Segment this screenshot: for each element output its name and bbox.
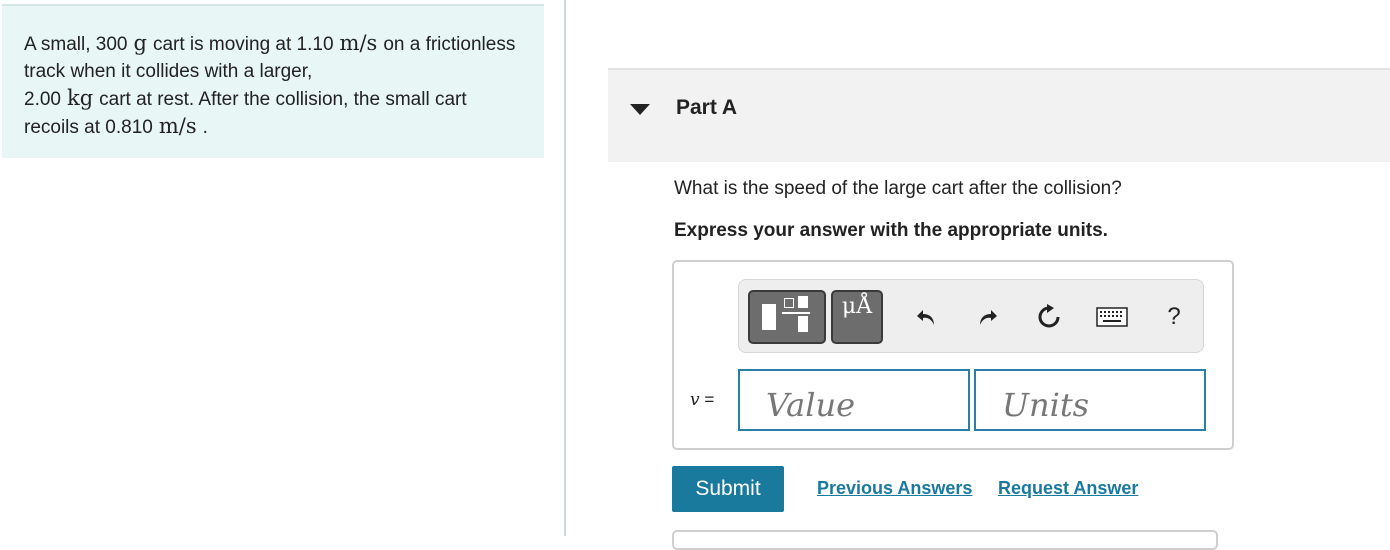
unit-grams: g: [133, 31, 147, 55]
redo-icon[interactable]: [973, 302, 1003, 332]
request-answer-link[interactable]: Request Answer: [998, 478, 1138, 499]
problem-statement: A small, 300 g cart is moving at 1.10 m/s on…: [2, 4, 544, 158]
units-icon: μÅ: [841, 294, 873, 319]
part-title: Part A: [676, 96, 738, 119]
variable-symbol: v: [690, 390, 700, 410]
unit-kilograms: kg: [66, 86, 94, 110]
math-toolbar: μÅ ?: [738, 279, 1204, 353]
keyboard-icon[interactable]: [1095, 302, 1129, 332]
instruction-text: Express your answer with the appropriate…: [674, 220, 1108, 241]
previous-answers-link[interactable]: Previous Answers: [817, 478, 972, 499]
equals-sign: =: [704, 390, 715, 409]
reset-icon[interactable]: [1034, 302, 1064, 332]
unit-meters-per-second-2: m/s: [158, 114, 197, 138]
problem-text-4: 2.00: [24, 89, 61, 110]
variable-label: v =: [690, 390, 714, 410]
question-text: What is the speed of the large cart afte…: [674, 178, 1122, 199]
templates-button[interactable]: [748, 290, 826, 344]
units-input[interactable]: [974, 369, 1206, 431]
answer-box: μÅ ? v = Value Units: [672, 260, 1234, 450]
problem-text-2: cart is moving at 1.10: [152, 34, 334, 55]
feedback-box-edge: [672, 530, 1218, 550]
undo-icon[interactable]: [911, 302, 941, 332]
problem-text-1: A small, 300: [24, 34, 128, 55]
column-divider: [564, 0, 566, 536]
problem-text-6: .: [202, 117, 208, 138]
value-input[interactable]: [738, 369, 970, 431]
part-header[interactable]: Part A: [608, 68, 1390, 162]
submit-button[interactable]: Submit: [672, 466, 784, 512]
collapse-caret-icon[interactable]: [630, 104, 650, 115]
unit-meters-per-second: m/s: [339, 31, 378, 55]
help-icon[interactable]: ?: [1159, 302, 1189, 332]
units-button[interactable]: μÅ: [831, 290, 883, 344]
